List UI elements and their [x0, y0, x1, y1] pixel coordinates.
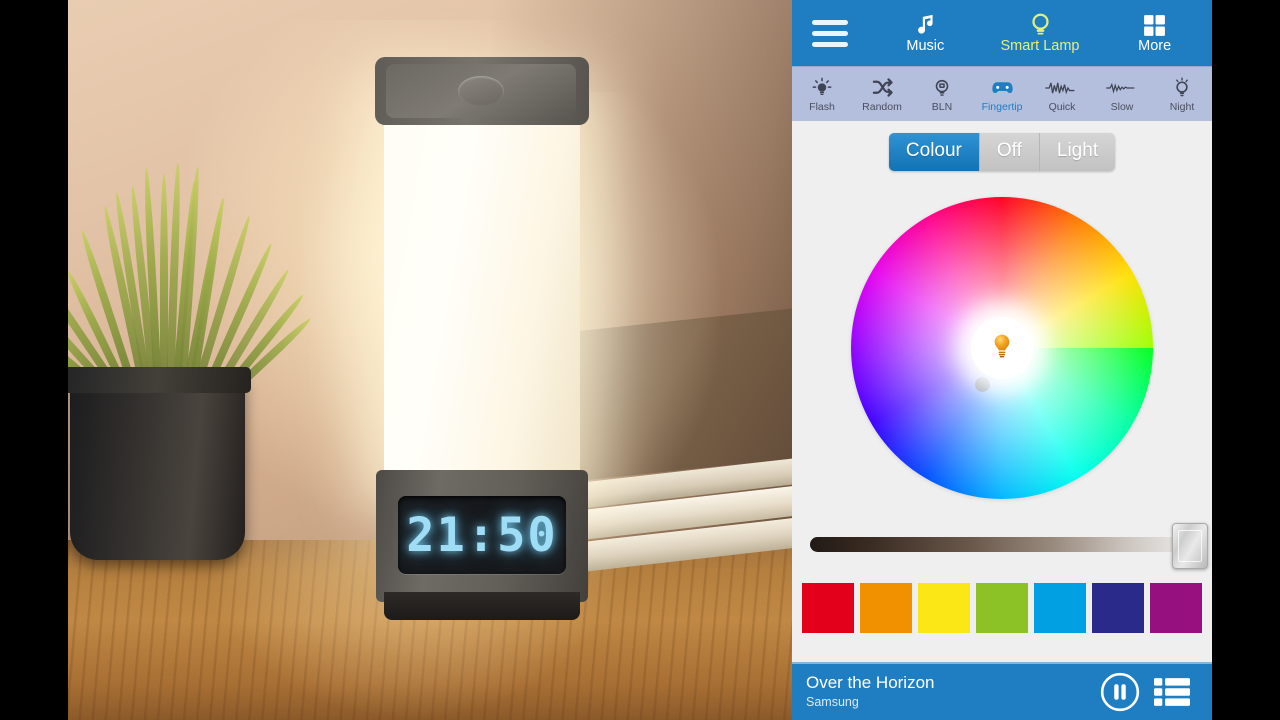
segment-off[interactable]: Off [979, 133, 1039, 171]
bulb-outline-icon [931, 76, 953, 100]
nav-tab-more-label: More [1138, 39, 1171, 54]
mode-night[interactable]: Night [1152, 67, 1212, 121]
music-player-bar: Over the Horizon Samsung [792, 662, 1212, 720]
mode-segmented-wrap: Colour Off Light [792, 121, 1212, 183]
swatch-magenta[interactable] [1150, 583, 1202, 633]
mode-night-label: Night [1170, 102, 1195, 113]
track-artist: Samsung [806, 695, 1094, 711]
nav-tab-smart-lamp-label: Smart Lamp [1001, 39, 1080, 54]
mode-fingertip[interactable]: Fingertip [972, 67, 1032, 121]
photo-plant-pot [70, 375, 245, 560]
nav-tab-more[interactable]: More [1097, 0, 1212, 66]
letterbox-bar-left [0, 0, 68, 720]
mode-slow-label: Slow [1111, 102, 1134, 113]
product-photo: 21:50 [68, 0, 792, 720]
photo-lamp-top [375, 57, 589, 125]
smart-lamp-app-panel: Music Smart Lamp More Flash Random BLN F… [792, 0, 1212, 720]
mode-random[interactable]: Random [852, 67, 912, 121]
swatch-indigo[interactable] [1092, 583, 1144, 633]
swatch-yellow[interactable] [918, 583, 970, 633]
shuffle-icon [871, 76, 894, 100]
photo-lamp-button [458, 76, 504, 106]
playlist-icon[interactable] [1146, 666, 1198, 718]
bulb-night-icon [1171, 76, 1193, 100]
mode-quick[interactable]: Quick [1032, 67, 1092, 121]
swatch-orange[interactable] [860, 583, 912, 633]
brightness-slider-wrap [792, 513, 1212, 575]
segment-colour[interactable]: Colour [889, 133, 979, 171]
colour-swatch-row [792, 575, 1212, 641]
photo-clock-time: 21:50 [406, 508, 557, 563]
bulb-rays-icon [811, 76, 833, 100]
swatch-red[interactable] [802, 583, 854, 633]
photo-lamp-shade [384, 95, 580, 495]
mode-fingertip-label: Fingertip [982, 102, 1023, 113]
brightness-slider[interactable] [810, 537, 1194, 552]
waveform-fast-icon [1045, 76, 1079, 100]
colour-wheel[interactable] [851, 197, 1153, 499]
light-bulb-icon [1027, 12, 1054, 38]
mode-random-label: Random [862, 102, 902, 113]
waveform-slow-icon [1105, 76, 1139, 100]
letterbox-bar-right [1212, 0, 1280, 720]
photo-plant-leaves [68, 60, 276, 390]
swatch-light-blue[interactable] [1034, 583, 1086, 633]
hamburger-menu-icon[interactable] [792, 0, 868, 66]
colour-wheel-center-button[interactable] [971, 317, 1033, 379]
gamepad-icon [990, 76, 1015, 100]
track-title: Over the Horizon [806, 673, 1094, 693]
brightness-slider-handle[interactable] [1172, 523, 1208, 569]
photo-lamp-foot [384, 592, 580, 620]
segment-light[interactable]: Light [1039, 133, 1115, 171]
mode-toolbar: Flash Random BLN Fingertip Quick Slow Ni… [792, 66, 1212, 121]
colour-wheel-wrap [792, 183, 1212, 513]
colour-wheel-marker[interactable] [975, 377, 990, 392]
grid-squares-icon [1142, 12, 1167, 38]
nav-tab-music-label: Music [906, 39, 944, 54]
light-bulb-icon [988, 332, 1016, 365]
screenshot-root: 21:50 Music Smart Lamp More Flash Random… [0, 0, 1280, 720]
mode-slow[interactable]: Slow [1092, 67, 1152, 121]
mode-quick-label: Quick [1049, 102, 1076, 113]
photo-clock-display: 21:50 [398, 496, 566, 574]
now-playing-info: Over the Horizon Samsung [806, 673, 1094, 710]
mode-flash-label: Flash [809, 102, 835, 113]
colour-off-light-segmented-control: Colour Off Light [889, 133, 1115, 171]
photo-plant-pot-rim [68, 367, 251, 393]
mode-flash[interactable]: Flash [792, 67, 852, 121]
pause-icon[interactable] [1094, 666, 1146, 718]
nav-tab-smart-lamp[interactable]: Smart Lamp [983, 0, 1098, 66]
music-note-icon [912, 12, 938, 38]
mode-bln-label: BLN [932, 102, 952, 113]
app-header: Music Smart Lamp More [792, 0, 1212, 66]
mode-bln[interactable]: BLN [912, 67, 972, 121]
nav-tab-music[interactable]: Music [868, 0, 983, 66]
swatch-green[interactable] [976, 583, 1028, 633]
